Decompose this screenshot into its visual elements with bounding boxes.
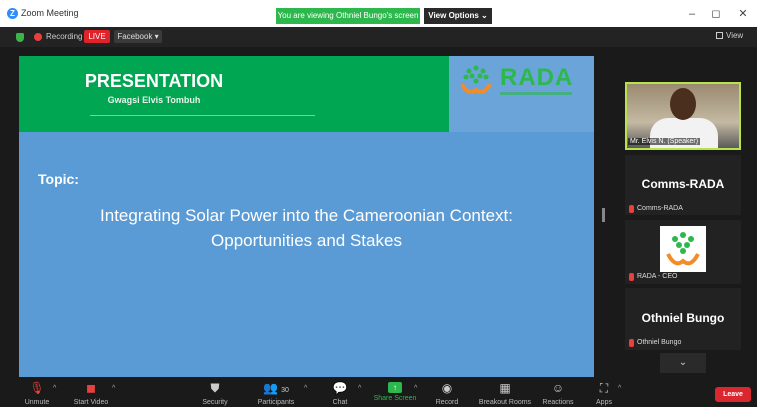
minimize-button[interactable]: – [682,6,702,22]
apps-icon: ⛶ [599,381,609,395]
apps-options-caret[interactable]: ^ [618,385,621,392]
participants-options-caret[interactable]: ^ [304,385,307,392]
breakout-rooms-label: Breakout Rooms [478,399,532,406]
screen-share-banner: You are viewing Othniel Bungo's screen [276,8,420,24]
grid-view-icon[interactable] [716,32,723,39]
leave-button[interactable]: Leave [715,387,751,402]
participant-count: 30 [281,387,289,394]
participant-name: Mr. Elvis N. (Speaker) [628,138,701,145]
view-button[interactable]: View [726,31,743,40]
slide-title: PRESENTATION [84,71,224,91]
rada-logo-text: RADA [500,64,574,91]
participants-button[interactable]: 👥 30 Participants [254,381,298,406]
view-options-button[interactable]: View Options ⌄ [424,8,492,24]
start-video-label: Start Video [73,399,109,406]
recording-dot-icon [34,33,42,41]
record-button[interactable]: ◉ Record [432,381,462,406]
slide-header-band [19,56,449,132]
security-button[interactable]: ⛊ Security [199,381,231,406]
chat-bubble-icon: 💬 [332,381,348,395]
share-screen-button[interactable]: ↑ Share Screen [372,381,418,402]
rada-logo-icon [460,65,492,94]
participant-name: Comms-RADA [637,205,683,212]
slide-header-rule [90,115,315,116]
share-options-caret[interactable]: ^ [414,385,417,392]
apps-label: Apps [596,399,612,406]
audio-options-caret[interactable]: ^ [53,385,56,392]
participant-display-name: Othniel Bungo [641,311,725,325]
share-screen-icon: ↑ [388,382,402,393]
reactions-label: Reactions [542,399,574,406]
rada-logo-tagline [500,92,572,95]
participants-label: Participants [257,399,295,406]
breakout-rooms-button[interactable]: ▦ Breakout Rooms [476,381,534,406]
unmute-button[interactable]: 🎙 Unmute [18,381,56,406]
muted-mic-icon: 🎙 [29,381,45,395]
scroll-down-button[interactable]: ⌄ [660,353,706,373]
start-video-button[interactable]: ◼ Start Video [68,381,114,406]
muted-mic-icon [629,205,634,213]
slide-presenter: Gwagsi Elvis Tombuh [107,95,201,105]
topic-text-line-2: Opportunities and Stakes [211,231,402,250]
record-label: Record [435,399,459,406]
rada-avatar-icon [660,226,706,272]
topic-label: Topic: [38,171,79,187]
unmute-label: Unmute [24,399,50,406]
participant-name: RADA - CEO [637,273,678,280]
window-title: Zoom Meeting [21,8,79,18]
zoom-logo-icon: Z [7,8,18,19]
close-button[interactable]: ✕ [733,6,753,22]
participant-display-name: Comms-RADA [641,177,725,191]
maximize-button[interactable]: ◻ [706,6,726,22]
video-off-icon: ◼ [86,381,96,395]
facebook-stream-dropdown[interactable]: Facebook ▾ [114,30,162,43]
record-icon: ◉ [441,381,453,395]
speaker-head [670,88,696,120]
muted-mic-icon [629,339,634,347]
chat-button[interactable]: 💬 Chat [328,381,352,406]
topic-text-line-1: Integrating Solar Power into the Cameroo… [100,206,513,225]
security-label: Security [202,399,228,406]
participants-icon: 👥 30 [263,381,289,395]
chat-label: Chat [332,399,348,406]
panel-resize-handle[interactable] [602,208,605,222]
reactions-button[interactable]: ☺ Reactions [540,381,576,406]
apps-button[interactable]: ⛶ Apps [592,381,616,406]
muted-mic-icon [629,273,634,281]
security-shield-icon: ⛊ [210,381,220,395]
recording-label[interactable]: Recording [46,32,82,41]
share-screen-label: Share Screen [373,395,417,402]
breakout-rooms-icon: ▦ [499,381,511,395]
live-badge: LIVE [84,30,110,43]
video-options-caret[interactable]: ^ [112,385,115,392]
security-shield-icon[interactable] [16,33,24,42]
participant-name: Othniel Bungo [637,339,682,346]
chat-options-caret[interactable]: ^ [358,385,361,392]
reactions-smiley-icon: ☺ [551,381,565,395]
